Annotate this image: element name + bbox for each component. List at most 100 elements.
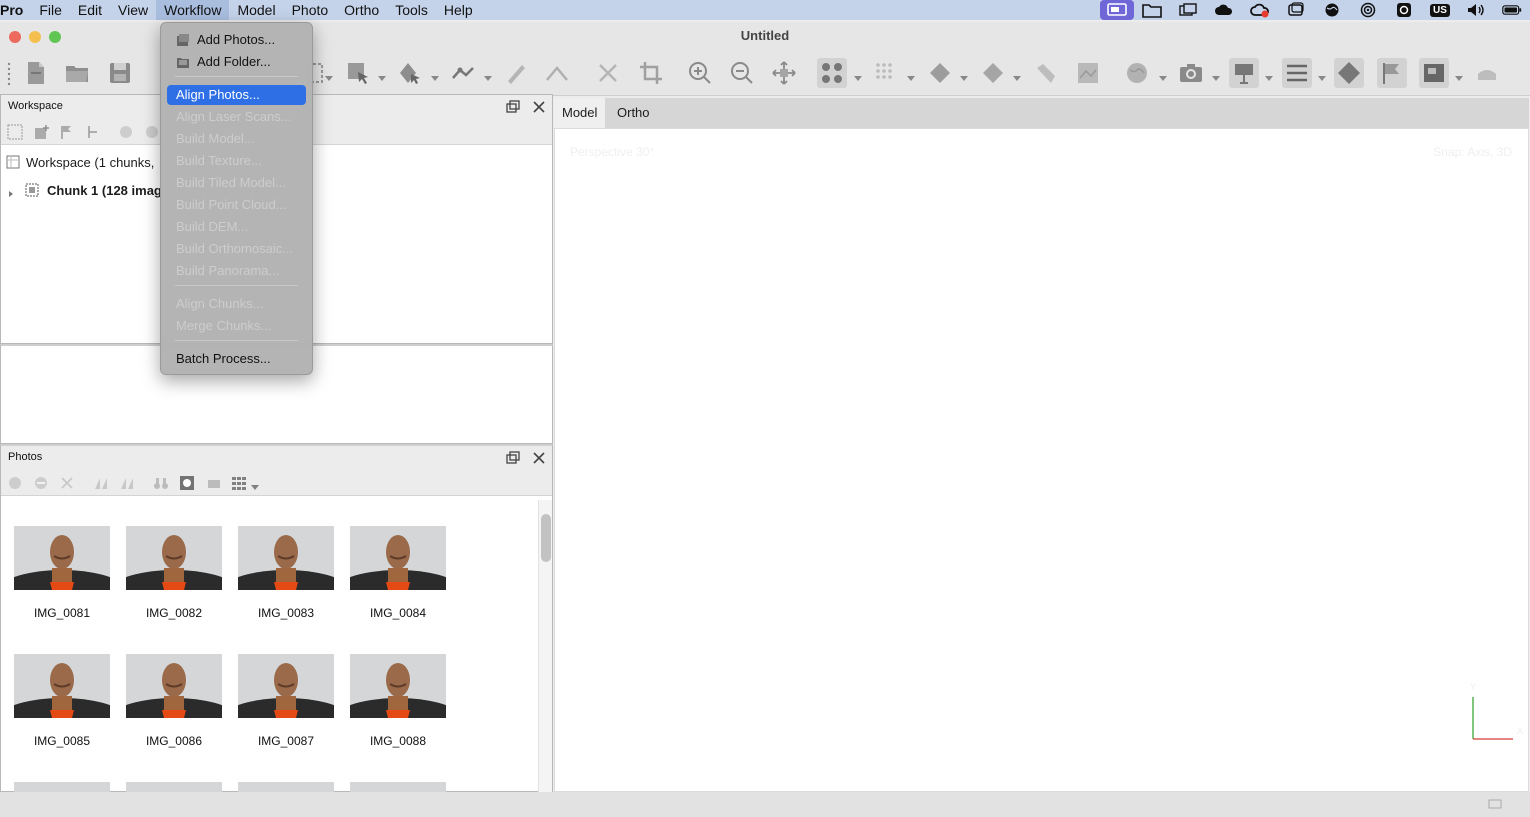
tree-item-chunk[interactable]: Chunk 1 (128 imag (1, 178, 162, 202)
rotate-right-icon[interactable] (119, 475, 135, 491)
orthomosaic-icon[interactable] (1073, 58, 1103, 88)
minimize-button[interactable] (29, 31, 41, 43)
menu-item-build-model[interactable]: Build Model... (167, 129, 306, 149)
screen-share-icon[interactable] (1100, 0, 1134, 20)
menu-file[interactable]: File (31, 0, 70, 20)
menu-item-align-chunks[interactable]: Align Chunks... (167, 294, 306, 314)
menu-item-build-dem[interactable]: Build DEM... (167, 217, 306, 237)
menu-edit[interactable]: Edit (70, 0, 110, 20)
menu-item-build-texture[interactable]: Build Texture... (167, 151, 306, 171)
photo-thumbnail[interactable]: IMG_0084 (350, 526, 446, 620)
draw-polyline-icon[interactable] (501, 58, 531, 88)
navigation-dropdown-icon[interactable] (378, 70, 386, 81)
photo-thumbnail[interactable]: IMG_0081 (14, 526, 110, 620)
enable-icon[interactable] (118, 124, 134, 140)
battery-icon[interactable] (1494, 0, 1530, 20)
enable-camera-icon[interactable] (7, 475, 23, 491)
menu-item-align-photos[interactable]: Align Photos... (167, 85, 306, 105)
photo-thumbnail-partial[interactable] (14, 782, 110, 792)
photo-thumbnail-partial[interactable] (126, 782, 222, 792)
remove-camera-icon[interactable] (59, 475, 75, 491)
menu-item-batch-process[interactable]: Batch Process... (167, 349, 306, 369)
disable-camera-icon[interactable] (33, 475, 49, 491)
draw-line-icon[interactable] (542, 58, 572, 88)
new-document-icon[interactable] (21, 58, 51, 88)
crop-selection-icon[interactable] (636, 58, 666, 88)
view-mode-icon[interactable] (231, 475, 247, 491)
rotate-dropdown-icon[interactable] (431, 70, 439, 81)
photo-thumbnail[interactable]: IMG_0085 (14, 654, 110, 748)
window-icon[interactable] (1278, 0, 1314, 20)
resize-grip-icon[interactable] (1488, 798, 1502, 810)
save-icon[interactable] (105, 58, 135, 88)
menu-item-merge-chunks[interactable]: Merge Chunks... (167, 316, 306, 336)
expand-chevron-icon[interactable] (7, 186, 15, 197)
delete-selection-icon[interactable] (593, 58, 623, 88)
zoom-out-icon[interactable] (727, 58, 757, 88)
tiled-model-dropdown-icon[interactable] (1013, 70, 1021, 81)
open-folder-icon[interactable] (62, 58, 92, 88)
camera-calib-icon[interactable] (206, 475, 222, 491)
keyboard-layout-icon[interactable]: US (1422, 0, 1458, 20)
globe-view-icon[interactable] (1122, 58, 1152, 88)
menu-item-add-folder[interactable]: Add Folder... (167, 52, 306, 72)
navigation-tool-icon[interactable] (344, 58, 374, 88)
show-markers-icon[interactable] (1377, 58, 1407, 88)
model-dropdown-icon[interactable] (960, 70, 968, 81)
layers-dropdown-icon[interactable] (1318, 70, 1326, 81)
model-solid-icon[interactable] (925, 58, 955, 88)
photo-thumbnail[interactable]: IMG_0083 (238, 526, 334, 620)
volume-icon[interactable] (1458, 0, 1494, 20)
photo-thumbnail[interactable]: IMG_0082 (126, 526, 222, 620)
zoom-in-icon[interactable] (685, 58, 715, 88)
tiled-model-icon[interactable] (978, 58, 1008, 88)
photo-thumbnail[interactable]: IMG_0088 (350, 654, 446, 748)
tab-ortho[interactable]: Ortho (609, 98, 658, 128)
close-pane-icon[interactable] (531, 99, 547, 115)
scrollbar-thumb[interactable] (541, 514, 551, 562)
dem-icon[interactable] (1031, 58, 1061, 88)
menu-view[interactable]: View (110, 0, 156, 20)
airplay-icon[interactable] (1350, 0, 1386, 20)
view-mode-dropdown-icon[interactable] (251, 479, 259, 490)
tree-item-workspace[interactable]: Workspace (1 chunks, (1, 150, 154, 174)
add-marker-icon[interactable] (59, 124, 75, 140)
show-shapes-icon[interactable] (1334, 58, 1364, 88)
menu-workflow[interactable]: Workflow (156, 0, 230, 20)
menu-app-name[interactable]: Pro (0, 0, 31, 20)
menu-item-build-tiled-model[interactable]: Build Tiled Model... (167, 173, 306, 193)
rotate-left-icon[interactable] (93, 475, 109, 491)
photos-scrollbar[interactable] (538, 500, 552, 792)
photo-thumbnail-partial[interactable] (238, 782, 334, 792)
add-scalebar-icon[interactable] (85, 124, 101, 140)
finder-windows-icon[interactable] (1170, 0, 1206, 20)
ruler-dropdown-icon[interactable] (484, 70, 492, 81)
ruler-tool-icon[interactable] (448, 58, 478, 88)
photo-thumbnail[interactable]: IMG_0086 (126, 654, 222, 748)
cloud-icon[interactable] (1206, 0, 1242, 20)
menu-item-align-laser-scans[interactable]: Align Laser Scans... (167, 107, 306, 127)
folder-icon[interactable] (1134, 0, 1170, 20)
menu-tools[interactable]: Tools (387, 0, 436, 20)
show-cameras-icon[interactable] (817, 58, 847, 88)
cameras-dropdown-icon[interactable] (854, 70, 862, 81)
globe-icon[interactable] (1314, 0, 1350, 20)
tab-model[interactable]: Model (554, 98, 606, 128)
menu-item-build-orthomosaic[interactable]: Build Orthomosaic... (167, 239, 306, 259)
camera-shapes-dropdown-icon[interactable] (1265, 70, 1273, 81)
region-icon[interactable] (1472, 58, 1502, 88)
point-cloud-dropdown-icon[interactable] (907, 70, 915, 81)
images-dropdown-icon[interactable] (1455, 70, 1463, 81)
add-chunk-icon[interactable] (7, 124, 23, 140)
globe-dropdown-icon[interactable] (1159, 70, 1167, 81)
show-layers-icon[interactable] (1282, 58, 1312, 88)
menu-item-build-point-cloud[interactable]: Build Point Cloud... (167, 195, 306, 215)
menu-photo[interactable]: Photo (284, 0, 337, 20)
add-photos-icon[interactable] (34, 124, 50, 140)
show-images-icon[interactable] (1419, 58, 1449, 88)
close-button[interactable] (9, 31, 21, 43)
menu-model[interactable]: Model (229, 0, 283, 20)
camera-dropdown-icon[interactable] (1212, 70, 1220, 81)
select-dropdown-icon[interactable] (325, 70, 333, 81)
close-photos-icon[interactable] (531, 450, 547, 466)
